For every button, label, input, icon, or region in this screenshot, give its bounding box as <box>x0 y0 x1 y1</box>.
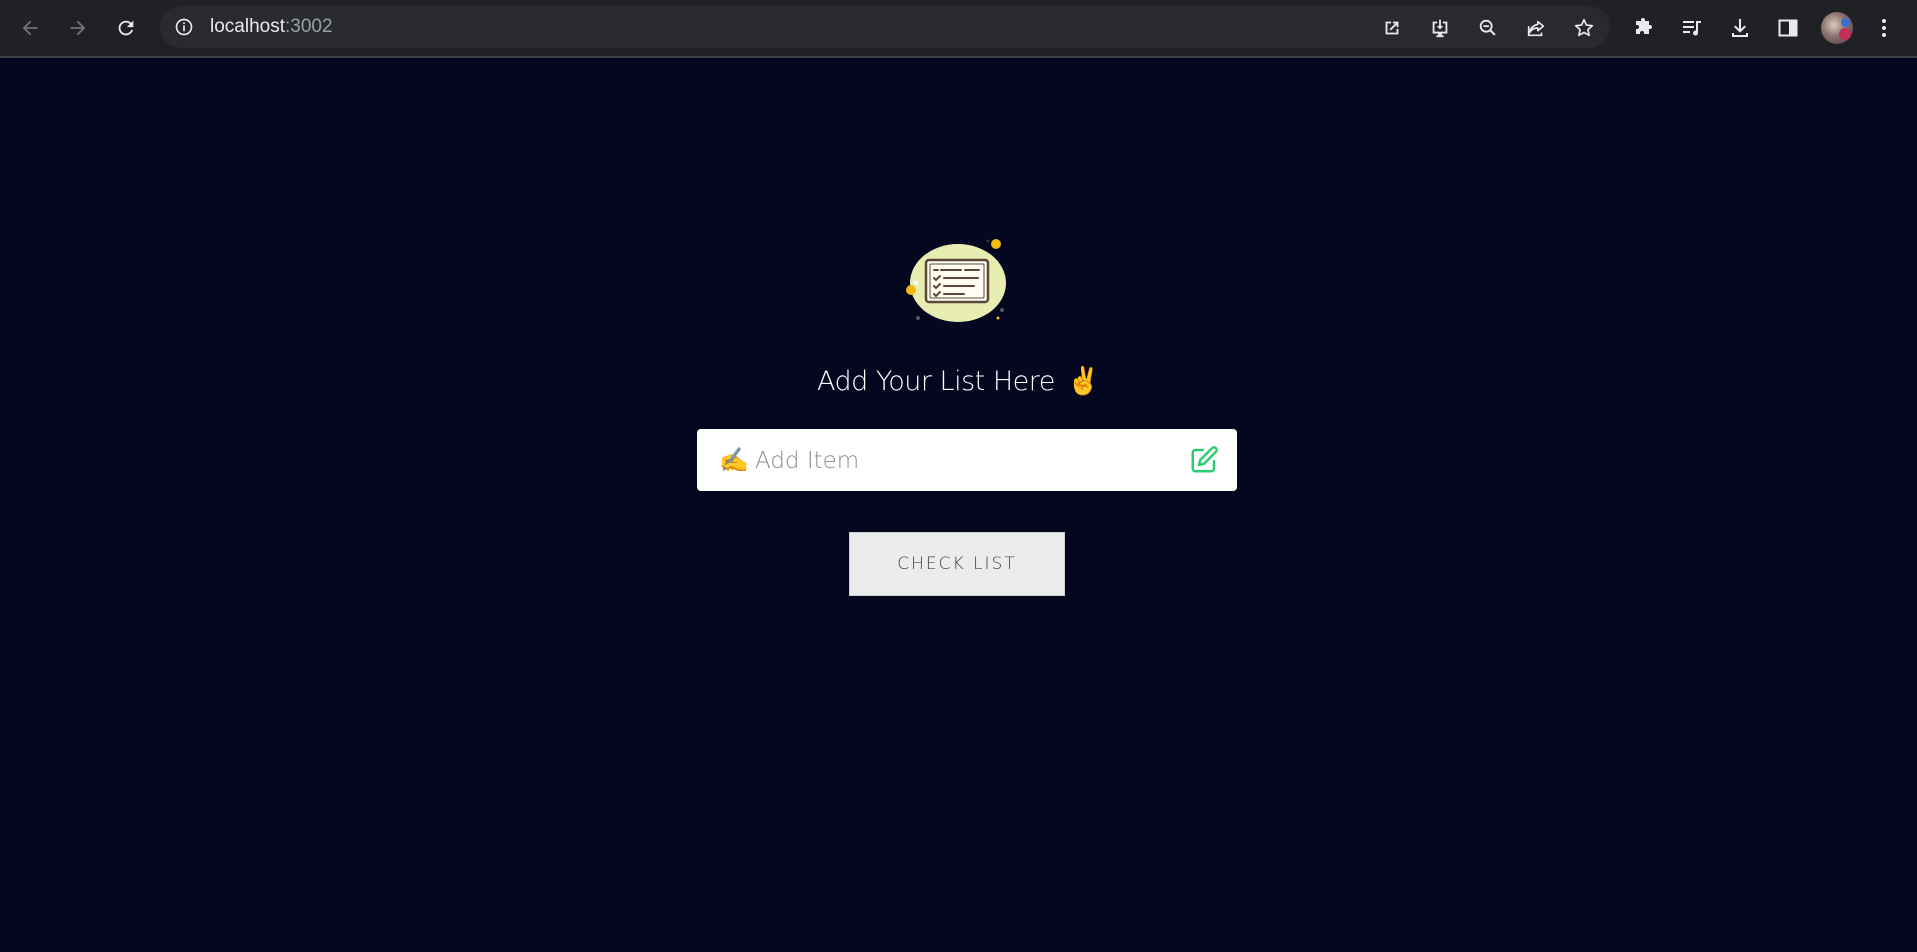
downloads-button[interactable] <box>1726 14 1754 42</box>
checklist-logo-icon <box>906 239 1006 322</box>
share-button[interactable] <box>1524 16 1548 40</box>
page-heading: Add Your List Here ✌️ <box>0 365 1917 397</box>
side-panel-button[interactable] <box>1774 14 1802 42</box>
back-arrow-icon <box>22 20 38 36</box>
address-bar[interactable]: localhost:3002 <box>160 6 1610 48</box>
reload-button[interactable] <box>112 14 140 42</box>
open-in-app-button[interactable] <box>1380 16 1404 40</box>
app-page: Add Your List Here ✌️ ✍️ CHECK LIST <box>0 60 1917 952</box>
reload-icon <box>118 20 134 36</box>
install-button[interactable] <box>1428 16 1452 40</box>
zoom-out-icon <box>1479 19 1496 36</box>
forward-arrow-icon <box>70 20 86 36</box>
zoom-button[interactable] <box>1476 16 1500 40</box>
media-queue-icon <box>1683 21 1701 36</box>
url-host: localhost <box>210 16 285 37</box>
add-item-input[interactable] <box>753 443 1157 479</box>
bookmark-button[interactable] <box>1572 16 1596 40</box>
profile-avatar[interactable] <box>1821 12 1853 44</box>
kebab-menu-icon <box>1882 19 1886 37</box>
share-icon <box>1527 20 1545 37</box>
url-text[interactable]: localhost:3002 <box>210 16 333 38</box>
install-icon <box>1432 19 1448 38</box>
heading-text: Add Your List Here <box>816 366 1055 397</box>
side-panel-icon <box>1778 19 1798 37</box>
add-item-container: ✍️ <box>697 429 1237 491</box>
forward-button[interactable] <box>64 14 92 42</box>
info-icon[interactable] <box>174 17 194 37</box>
edit-icon[interactable] <box>1189 445 1219 475</box>
check-list-button[interactable]: CHECK LIST <box>849 532 1065 596</box>
writing-hand-emoji: ✍️ <box>719 447 749 474</box>
star-icon <box>1574 18 1594 37</box>
download-icon <box>1732 19 1748 37</box>
browser-menu-button[interactable] <box>1870 14 1898 42</box>
puzzle-icon <box>1636 18 1652 34</box>
victory-hand-emoji: ✌️ <box>1066 366 1101 397</box>
media-controls-button[interactable] <box>1678 14 1706 42</box>
browser-toolbar: localhost:3002 <box>0 0 1917 58</box>
back-button[interactable] <box>16 14 44 42</box>
open-external-icon <box>1385 21 1399 35</box>
extensions-button[interactable] <box>1630 14 1658 42</box>
url-port: :3002 <box>285 16 333 37</box>
